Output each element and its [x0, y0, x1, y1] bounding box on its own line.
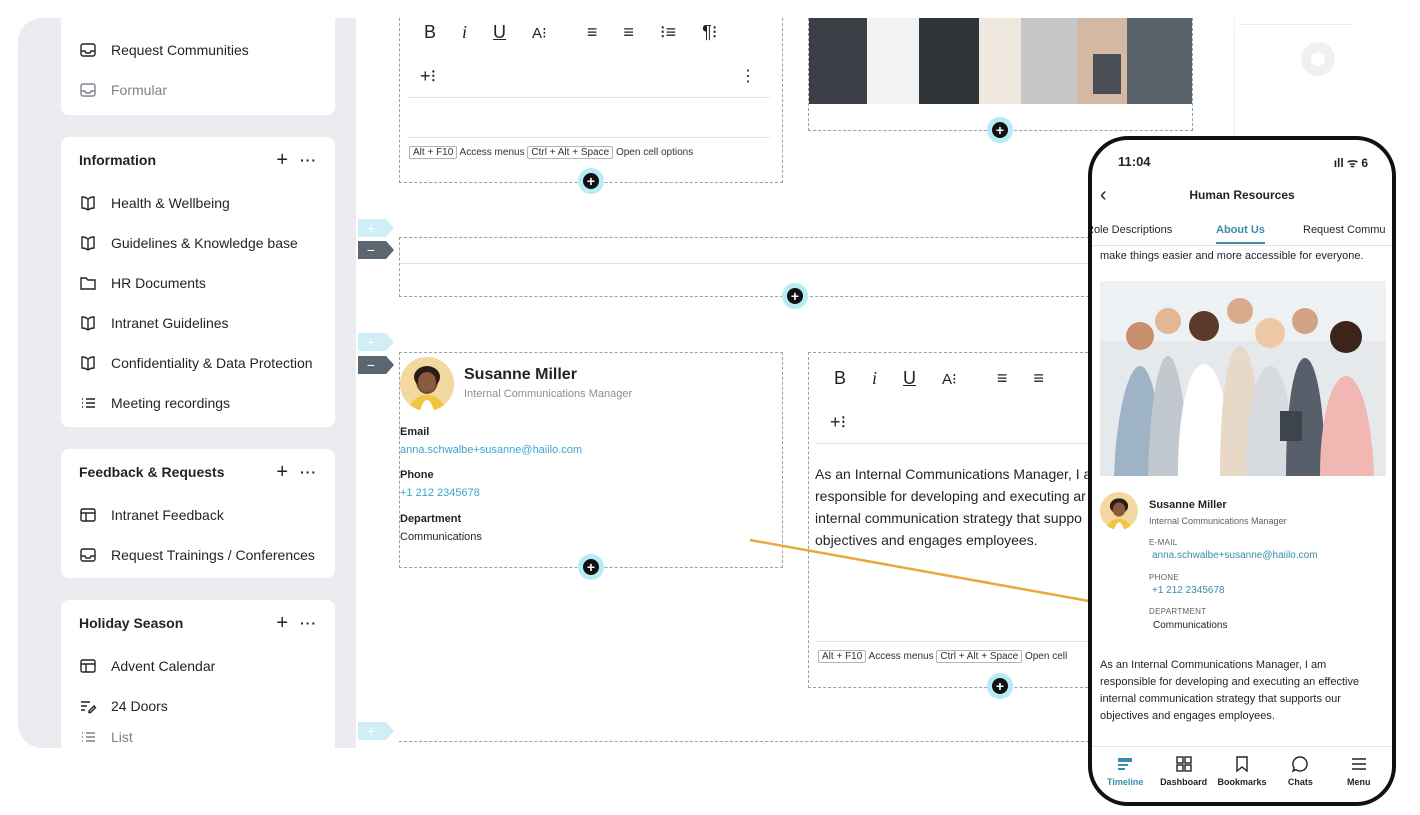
- tab-divider: [1092, 245, 1392, 246]
- phone-mockup: 11:04 ıll ᯤ 6 ‹ Human Resources Role Des…: [1088, 136, 1396, 806]
- avatar: [1100, 492, 1138, 530]
- bookmark-icon: [1236, 756, 1248, 773]
- email-label: E-MAIL: [1149, 538, 1178, 547]
- tab-about-us[interactable]: About Us: [1216, 224, 1265, 244]
- nav-label: Menu: [1347, 777, 1371, 787]
- body-line: objectives and engages employees.: [1100, 710, 1275, 722]
- status-time: 11:04: [1118, 154, 1151, 169]
- intro-text: make things easier and more accessible f…: [1100, 250, 1364, 262]
- profile-name: Susanne Miller: [1149, 499, 1227, 511]
- tab-role-descriptions[interactable]: Role Descriptions: [1092, 224, 1172, 236]
- nav-chats[interactable]: Chats: [1272, 747, 1328, 802]
- email-link[interactable]: anna.schwalbe+susanne@haiilo.com: [1152, 550, 1318, 561]
- nav-menu[interactable]: Menu: [1331, 747, 1387, 802]
- nav-dashboard[interactable]: Dashboard: [1156, 747, 1212, 802]
- body-line: responsible for developing and executing…: [1100, 676, 1360, 688]
- nav-label: Bookmarks: [1217, 777, 1267, 787]
- app-title: Human Resources: [1189, 188, 1295, 202]
- nav-bookmarks[interactable]: Bookmarks: [1214, 747, 1270, 802]
- phone-link[interactable]: +1 212 2345678: [1152, 585, 1225, 596]
- body-line: internal communication strategy that sup…: [1100, 693, 1341, 705]
- nav-label: Timeline: [1107, 777, 1144, 787]
- dashboard-icon: [1175, 756, 1192, 772]
- bottom-nav: Timeline Dashboard Bookmarks Chats Menu: [1092, 746, 1392, 802]
- menu-icon: [1351, 758, 1366, 770]
- page: Request Communities Formular Information…: [0, 0, 1420, 815]
- chat-icon: [1292, 756, 1309, 773]
- profile-role: Internal Communications Manager: [1149, 516, 1287, 526]
- department-value: Communications: [1153, 620, 1228, 631]
- phone-label: PHONE: [1149, 573, 1179, 582]
- status-icons: ıll ᯤ 6: [1333, 156, 1368, 170]
- timeline-icon: [1118, 758, 1133, 770]
- nav-label: Chats: [1287, 777, 1313, 787]
- nav-label: Dashboard: [1160, 777, 1208, 787]
- tab-request-communities[interactable]: Request Commu: [1303, 224, 1386, 236]
- team-photo: [1100, 281, 1386, 476]
- body-text: As an Internal Communications Manager, I…: [1100, 657, 1359, 725]
- body-line: As an Internal Communications Manager, I…: [1100, 659, 1327, 671]
- department-label: DEPARTMENT: [1149, 607, 1207, 616]
- nav-timeline[interactable]: Timeline: [1097, 747, 1153, 802]
